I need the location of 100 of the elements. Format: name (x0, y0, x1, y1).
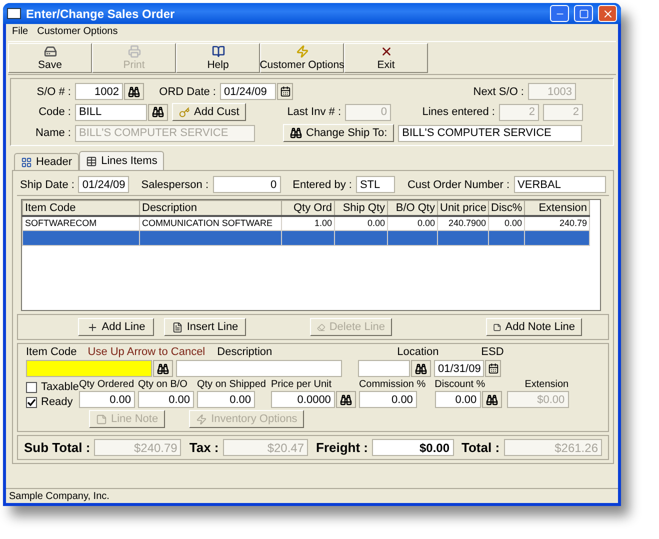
number-field[interactable]: 0.00 (138, 391, 194, 408)
toolbar-button[interactable]: Save (8, 43, 92, 73)
column-header[interactable]: Disc% (488, 200, 524, 216)
line-button[interactable]: Insert Line (164, 318, 246, 336)
close-icon (380, 45, 392, 58)
window-title: Enter/Change Sales Order (26, 6, 176, 20)
menu-item[interactable]: File (12, 26, 28, 37)
checkbox[interactable]: Ready (26, 396, 73, 408)
field-label: Entered by : (292, 178, 352, 190)
checkbox-box[interactable] (26, 396, 37, 408)
date-field[interactable]: 01/31/09 (434, 360, 484, 377)
field-label: Extension (524, 379, 569, 390)
checkmark-icon (27, 398, 36, 406)
table-row[interactable] (22, 230, 590, 246)
calendar-button[interactable] (485, 360, 501, 377)
field-label: Cust Order Number : (407, 178, 510, 190)
binoculars-icon (157, 362, 169, 374)
close-icon (602, 8, 614, 20)
column-header[interactable]: Description (140, 200, 282, 216)
note-icon (493, 322, 502, 332)
printer-icon (128, 45, 140, 58)
binoculars-icon (340, 394, 352, 406)
calendar-icon (488, 363, 498, 374)
book-icon (212, 45, 224, 58)
text-field[interactable]: 0 (212, 176, 281, 193)
lookup-button[interactable] (482, 391, 502, 408)
status-text: Sample Company, Inc. (9, 490, 110, 502)
table-icon (86, 156, 98, 166)
toolbar-button[interactable]: Exit (344, 43, 428, 73)
lookup-button[interactable] (148, 104, 168, 120)
lookup-button[interactable] (124, 83, 144, 100)
number-field[interactable]: 0.00 (79, 391, 135, 408)
location-field[interactable] (358, 360, 410, 377)
number-field[interactable]: 0.00 (358, 391, 417, 408)
field-label: Description (217, 346, 274, 358)
field-label: Code : (38, 106, 71, 118)
field-label: Discount % (434, 379, 486, 390)
grid-icon (21, 156, 32, 168)
number-field[interactable]: 0.0000 (270, 391, 335, 408)
field-label: Commission % (358, 379, 426, 390)
maximize-icon (578, 8, 588, 18)
total-label: Tax : (189, 440, 219, 455)
binoculars-icon (152, 106, 164, 118)
field-label: Ship Date : (20, 178, 74, 190)
minimize-button[interactable] (550, 5, 569, 22)
field-label: Location (397, 346, 440, 358)
column-header[interactable]: Item Code (22, 200, 140, 216)
lightning-icon (196, 414, 208, 424)
page-icon (172, 322, 183, 332)
add-customer-button[interactable]: Add Cust (172, 103, 246, 121)
plus-icon (86, 322, 98, 332)
total-label: Freight : (316, 440, 368, 455)
binoculars-icon (128, 86, 140, 98)
line-button[interactable]: Add Line (78, 318, 154, 336)
column-header[interactable]: Ship Qty (334, 200, 388, 216)
tab[interactable]: Header (14, 153, 80, 170)
binoculars-icon (415, 362, 427, 374)
checkbox-box[interactable] (26, 382, 37, 392)
column-header[interactable]: Extension (524, 200, 590, 216)
description-field[interactable] (176, 360, 342, 377)
hint-text: Use Up Arrow to Cancel (88, 346, 206, 358)
change-ship-to-button[interactable]: Change Ship To: (283, 124, 394, 142)
field-label: Qty on B/O (138, 379, 188, 390)
field-label: Name : (34, 127, 71, 139)
field-label: Qty Ordered (79, 379, 134, 390)
lightning-icon (296, 45, 308, 58)
total-label: Sub Total : (24, 440, 90, 455)
text-field[interactable]: BILL'S COMPUTER SERVICE (398, 124, 582, 142)
text-field[interactable]: 1002 (75, 83, 123, 100)
field-label: Price per Unit (270, 379, 332, 390)
text-field[interactable]: BILL (75, 104, 147, 120)
text-field[interactable]: 01/24/09 (78, 176, 130, 193)
toolbar-button[interactable]: Customer Options (260, 43, 344, 73)
field-label: S/O # : (36, 86, 71, 98)
text-field[interactable]: STL (356, 176, 396, 193)
number-field[interactable]: 0.00 (197, 391, 255, 408)
calendar-button[interactable] (277, 83, 293, 100)
column-header[interactable]: Qty Ord (282, 200, 334, 216)
lookup-button[interactable] (336, 391, 356, 408)
total-field[interactable]: $0.00 (372, 439, 454, 456)
lookup-button[interactable] (411, 360, 431, 377)
column-header[interactable]: Unit price (438, 200, 488, 216)
number-field[interactable]: 0.00 (434, 391, 481, 408)
field-label: Last Inv # : (287, 106, 341, 118)
menu-item[interactable]: Customer Options (37, 26, 118, 37)
field-label: ORD Date : (158, 86, 216, 98)
field-label: ESD (481, 346, 504, 358)
field-label: Qty on Shipped (197, 379, 266, 390)
maximize-button[interactable] (574, 5, 593, 22)
text-field[interactable]: VERBAL (514, 176, 606, 193)
lookup-button[interactable] (153, 360, 173, 377)
close-button[interactable] (598, 5, 617, 22)
column-header[interactable]: B/O Qty (388, 200, 438, 216)
line-button[interactable]: Add Note Line (486, 318, 582, 336)
item-code-field[interactable] (26, 360, 152, 377)
toolbar-button[interactable]: Help (176, 43, 260, 73)
text-field[interactable]: 01/24/09 (220, 83, 276, 100)
drive-icon (44, 45, 56, 58)
checkbox[interactable]: Taxable (26, 381, 79, 393)
tab[interactable]: Lines Items (79, 151, 164, 170)
